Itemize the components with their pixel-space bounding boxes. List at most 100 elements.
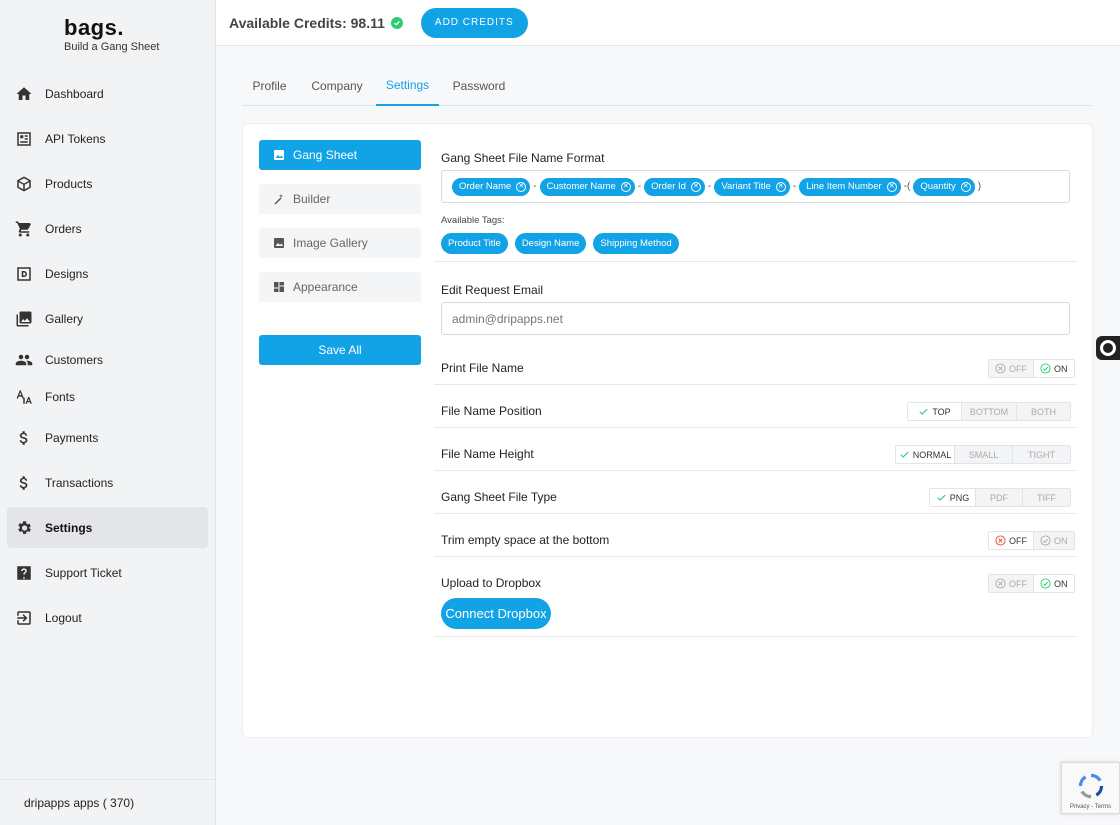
available-tag-chip[interactable]: Product Title	[441, 233, 508, 254]
logo[interactable]: bags. Build a Gang Sheet	[64, 16, 159, 54]
fonts-icon	[15, 388, 33, 406]
sidebar-item-gallery[interactable]: Gallery	[7, 299, 208, 339]
sidebar-item-payments[interactable]: Payments	[7, 418, 208, 458]
sidebar-item-dashboard[interactable]: Dashboard	[7, 74, 208, 114]
available-tag-chip[interactable]: Design Name	[514, 233, 587, 254]
chip-label: Variant Title	[721, 181, 771, 192]
separator: -	[792, 181, 797, 192]
account-footer[interactable]: dripapps apps ( 370)	[0, 779, 216, 825]
menu-label: Builder	[293, 192, 331, 206]
option-label: OFF	[1009, 363, 1027, 374]
sidebar-item-label: Logout	[45, 611, 82, 625]
toggle-option-off[interactable]: OFF	[989, 575, 1034, 592]
connect-dropbox-button[interactable]: Connect Dropbox	[441, 598, 551, 629]
print-file-name-label: Print File Name	[441, 361, 524, 375]
cancel-circle-icon	[995, 535, 1006, 546]
recaptcha-badge[interactable]: Privacy - Terms	[1061, 762, 1120, 814]
remove-circle-icon[interactable]: ✕	[620, 181, 631, 192]
format-tag-chip[interactable]: Variant Title ✕	[714, 177, 790, 196]
toggle-option-png[interactable]: PNG	[930, 489, 976, 506]
sidebar-item-orders[interactable]: Orders	[7, 209, 208, 249]
sidebar-item-customers[interactable]: Customers	[7, 340, 208, 380]
toggle-option-top[interactable]: TOP	[908, 403, 962, 420]
toggle-option-off[interactable]: OFF	[989, 532, 1034, 549]
file-name-format-field[interactable]: Order Name ✕ - Customer Name ✕ - Order Id ✕…	[441, 170, 1070, 203]
settings-card: Gang Sheet Builder Image Gallery Appeara…	[242, 123, 1093, 738]
toggle-option-small[interactable]: SMALL	[955, 446, 1013, 463]
toggle-option-on[interactable]: ON	[1034, 532, 1074, 549]
sidebar-item-fonts[interactable]: Fonts	[7, 377, 208, 417]
sidebar-item-logout[interactable]: Logout	[7, 598, 208, 638]
remove-circle-icon[interactable]: ✕	[960, 181, 971, 192]
format-tag-chip[interactable]: Order Id ✕	[644, 177, 705, 196]
toggle-option-on[interactable]: ON	[1034, 575, 1074, 592]
toggle-option-normal[interactable]: NORMAL	[896, 446, 955, 463]
save-all-button[interactable]: Save All	[259, 335, 421, 365]
tab-password[interactable]: Password	[449, 66, 509, 106]
toggle-option-pdf[interactable]: PDF	[976, 489, 1023, 506]
available-tags-label: Available Tags:	[441, 215, 505, 226]
edit-request-email-input[interactable]	[441, 302, 1070, 335]
available-tag-chip[interactable]: Shipping Method	[593, 233, 679, 254]
file-name-position-toggle: TOP BOTTOM BOTH	[907, 402, 1071, 421]
toggle-option-tight[interactable]: TIGHT	[1013, 446, 1070, 463]
recaptcha-terms[interactable]: Privacy - Terms	[1070, 804, 1111, 810]
check-icon	[899, 449, 910, 460]
divider	[434, 427, 1077, 428]
api-tokens-icon	[15, 130, 33, 148]
dashboard-grid-icon	[273, 281, 285, 293]
toggle-option-both[interactable]: BOTH	[1017, 403, 1070, 420]
divider	[434, 513, 1077, 514]
menu-builder[interactable]: Builder	[259, 184, 421, 214]
sidebar-item-api-tokens[interactable]: API Tokens	[7, 119, 208, 159]
sidebar-item-label: Payments	[45, 431, 99, 445]
help-icon	[15, 564, 33, 582]
divider	[434, 384, 1077, 385]
tab-profile[interactable]: Profile	[242, 66, 297, 106]
add-credits-button[interactable]: ADD CREDITS	[420, 7, 528, 38]
file-name-position-label: File Name Position	[441, 404, 542, 418]
tab-company[interactable]: Company	[307, 66, 367, 106]
toggle-option-tiff[interactable]: TIFF	[1023, 489, 1070, 506]
menu-appearance[interactable]: Appearance	[259, 272, 421, 302]
dollar-icon	[15, 474, 33, 492]
toggle-option-bottom[interactable]: BOTTOM	[962, 403, 1017, 420]
sidebar-item-support-ticket[interactable]: Support Ticket	[7, 553, 208, 593]
sidebar-item-settings[interactable]: Settings	[7, 507, 208, 548]
sidebar-item-transactions[interactable]: Transactions	[7, 463, 208, 503]
check-circle-icon	[1040, 535, 1051, 546]
home-icon	[15, 85, 33, 103]
sidebar-item-designs[interactable]: Designs	[7, 254, 208, 294]
remove-circle-icon[interactable]: ✕	[775, 181, 786, 192]
check-icon	[918, 406, 929, 417]
divider	[434, 470, 1077, 471]
trim-space-label: Trim empty space at the bottom	[441, 533, 610, 547]
remove-circle-icon[interactable]: ✕	[516, 181, 527, 192]
sidebar-item-label: Products	[45, 177, 93, 191]
toggle-option-off[interactable]: OFF	[989, 360, 1034, 377]
sidebar-item-products[interactable]: Products	[7, 164, 208, 204]
format-tag-chip[interactable]: Quantity ✕	[913, 177, 975, 196]
chip-label: Line Item Number	[806, 181, 882, 192]
accessibility-widget-icon[interactable]	[1096, 336, 1120, 360]
option-label: ON	[1054, 578, 1068, 589]
option-label: NORMAL	[912, 449, 952, 460]
format-tag-chip[interactable]: Order Name ✕	[452, 177, 531, 196]
logo-tagline: Build a Gang Sheet	[64, 41, 160, 53]
gallery-icon	[15, 310, 33, 328]
option-label: ON	[1054, 363, 1068, 374]
option-label: ON	[1054, 535, 1068, 546]
separator: -	[707, 181, 712, 192]
toggle-option-on[interactable]: ON	[1034, 360, 1074, 377]
menu-gang-sheet[interactable]: Gang Sheet	[259, 140, 421, 170]
format-tag-chip[interactable]: Line Item Number ✕	[799, 177, 901, 196]
remove-circle-icon[interactable]: ✕	[690, 181, 701, 192]
check-circle-icon	[390, 16, 403, 29]
sidebar: bags. Build a Gang Sheet Dashboard API T…	[0, 0, 216, 825]
logo-name: bags.	[64, 15, 124, 40]
format-tag-chip[interactable]: Customer Name ✕	[539, 177, 635, 196]
menu-image-gallery[interactable]: Image Gallery	[259, 228, 421, 258]
tab-settings[interactable]: Settings	[376, 66, 439, 106]
remove-circle-icon[interactable]: ✕	[886, 181, 897, 192]
menu-label: Image Gallery	[293, 236, 368, 250]
